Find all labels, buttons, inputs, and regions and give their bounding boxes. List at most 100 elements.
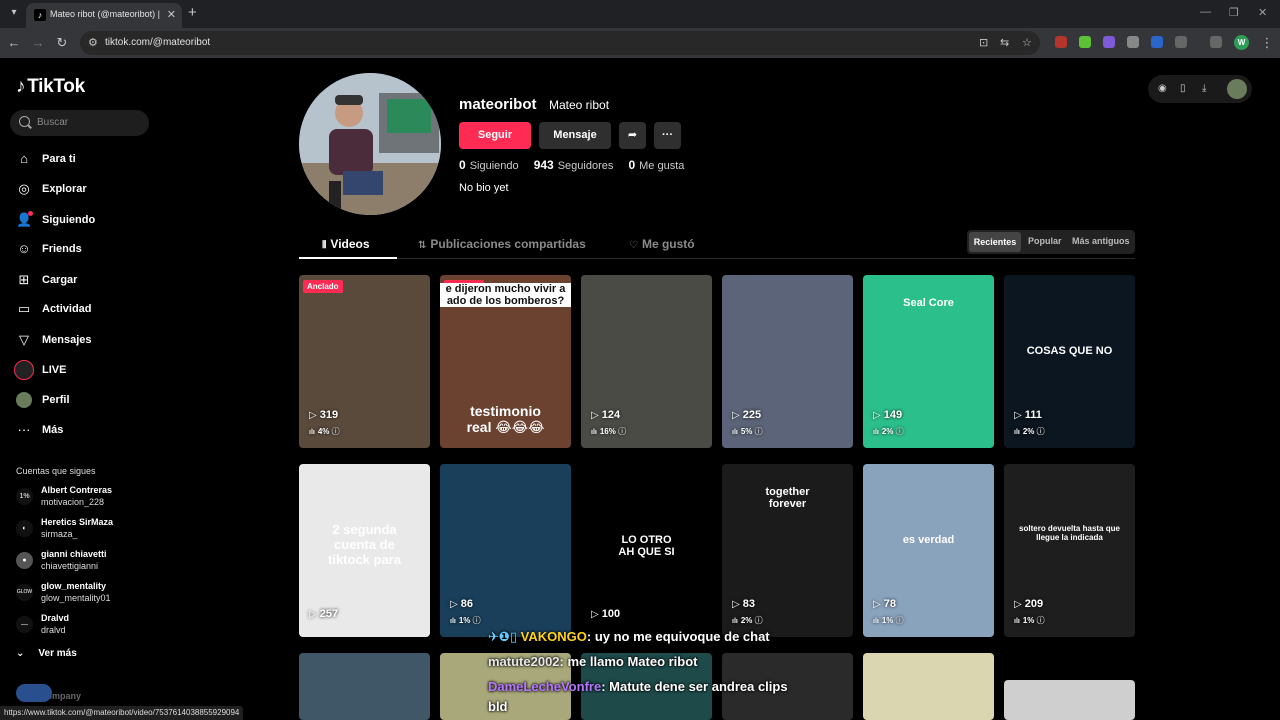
followed-account[interactable]: ● gianni chiavetti chiavettigianni <box>16 549 156 575</box>
sidebar-item-label: Perfil <box>42 394 70 406</box>
sidebar-item-label: Para ti <box>42 153 76 165</box>
extension-icon[interactable] <box>1103 36 1115 48</box>
download-icon[interactable]: ⤓ <box>1202 83 1206 94</box>
retention-percent: 2% <box>873 426 904 437</box>
minimize-icon[interactable]: — <box>1200 6 1211 18</box>
chat-badge-icon: ✈❶▯ <box>488 629 521 644</box>
more-options-icon[interactable]: ··· <box>654 122 681 149</box>
video-card[interactable]: 2 segunda cuenta de tiktock para 257 <box>299 464 430 637</box>
likes-label: Me gusta <box>639 160 685 172</box>
video-card[interactable]: soltero devuelta hasta que llegue la ind… <box>1004 464 1135 637</box>
sidebar-item-live[interactable]: LIVE <box>14 360 156 380</box>
url-input[interactable]: ⚙ tiktok.com/@mateoribot ⊡ ⇆ ☆ <box>80 31 1040 55</box>
tab-liked[interactable]: ♡ Me gustó <box>629 237 695 251</box>
tab-videos[interactable]: ⦀ Videos <box>322 237 370 251</box>
sidebar: ♪ TikTok Buscar ⌂ Para ti ◎ Explorar 👤 Si… <box>0 58 160 720</box>
browser-tab[interactable]: ♪ Mateo ribot (@mateoribot) | TikTok ✕ <box>26 3 182 28</box>
browser-menu-icon[interactable]: ⋮ <box>1258 34 1276 52</box>
avatar: ◐ <box>16 520 33 537</box>
chat-user: VAKONGO <box>520 629 587 644</box>
tab-title: Mateo ribot (@mateoribot) | TikTok <box>50 9 160 19</box>
device-icon[interactable]: ▯ <box>1180 83 1186 94</box>
avatar: ● <box>16 552 33 569</box>
video-card[interactable]: Ancladoe dijeron mucho vivir a ado de lo… <box>440 275 571 448</box>
video-caption-overlay: Seal Core <box>903 297 954 309</box>
tab-search-icon[interactable]: ▾ <box>6 5 22 21</box>
see-more-button[interactable]: ⌄ Ver más <box>16 648 77 659</box>
search-input[interactable]: Buscar <box>10 110 149 136</box>
home-icon: ⌂ <box>20 151 28 166</box>
sidebar-item-actividad[interactable]: ▭ Actividad <box>16 301 156 319</box>
video-card[interactable]: Seal Core 149 2% <box>863 275 994 448</box>
following-label: Siguiendo <box>469 160 519 172</box>
sidebar-item-para-ti[interactable]: ⌂ Para ti <box>16 151 156 169</box>
sidebar-item-label: Mensajes <box>42 334 92 346</box>
video-card[interactable]: Anclado 319 4% <box>299 275 430 448</box>
browser-profile-avatar[interactable]: W <box>1234 35 1249 50</box>
install-icon[interactable]: ⊡ <box>979 36 988 49</box>
sort-oldest[interactable]: Más antiguos <box>1072 236 1130 246</box>
reload-icon[interactable]: ↻ <box>53 34 71 52</box>
forward-icon[interactable]: → <box>29 34 47 52</box>
extension-icon[interactable] <box>1151 36 1163 48</box>
bookmark-star-icon[interactable]: ☆ <box>1022 36 1032 49</box>
followed-account[interactable]: 1% Albert Contreras motivacion_228 <box>16 485 156 511</box>
sidebar-item-mensajes[interactable]: ▽ Mensajes <box>16 332 156 350</box>
sidebar-item-perfil[interactable]: Perfil <box>16 392 156 410</box>
maximize-icon[interactable]: ❐ <box>1229 6 1239 19</box>
video-card[interactable]: COSAS QUE NO 111 2% <box>1004 275 1135 448</box>
extension-icon[interactable] <box>1055 36 1067 48</box>
profile-nickname: Mateo ribot <box>549 98 610 112</box>
extension-icon[interactable] <box>1079 36 1091 48</box>
extensions-puzzle-icon[interactable] <box>1175 36 1187 48</box>
site-info-icon[interactable]: ⚙ <box>88 36 98 49</box>
sidebar-item-explorar[interactable]: ◎ Explorar <box>16 181 156 199</box>
share-icon[interactable]: ➦ <box>619 122 646 149</box>
coins-icon[interactable]: ◉ <box>1158 83 1167 94</box>
tiktok-logo[interactable]: ♪ TikTok <box>16 76 85 98</box>
status-bar-url: https://www.tiktok.com/@mateoribot/video… <box>0 706 244 720</box>
sidebar-item-friends[interactable]: ☺ Friends <box>16 241 156 259</box>
chat-message: ✈❶▯ VAKONGO: uy no me equivoque de chat <box>488 629 770 645</box>
sidebar-item-mas[interactable]: ··· Más <box>16 422 156 440</box>
video-caption-overlay: together forever <box>765 486 810 510</box>
sort-recent[interactable]: Recientes <box>969 232 1021 252</box>
video-card[interactable] <box>299 653 430 720</box>
sidebar-item-label: Siguiendo <box>42 214 96 226</box>
followed-account[interactable]: GLOW glow_mentality glow_mentality01 <box>16 581 156 607</box>
sort-popular[interactable]: Popular <box>1028 236 1062 246</box>
account-name: Heretics SirMaza <box>41 517 114 527</box>
message-button[interactable]: Mensaje <box>539 122 611 149</box>
video-card[interactable]: 12416% <box>581 275 712 448</box>
video-card[interactable] <box>863 653 994 720</box>
media-icon[interactable] <box>1210 36 1222 48</box>
profile-avatar <box>299 73 441 215</box>
tab-reposts[interactable]: ⇅ Publicaciones compartidas <box>418 237 586 251</box>
translate-icon[interactable]: ⇆ <box>1000 36 1009 49</box>
avatar: 1% <box>16 488 33 505</box>
avatar[interactable] <box>1227 79 1247 99</box>
video-card[interactable] <box>1004 680 1135 720</box>
sidebar-item-siguiendo[interactable]: 👤 Siguiendo <box>16 211 156 230</box>
follow-button[interactable]: Seguir <box>459 122 531 149</box>
video-card[interactable]: es verdad 78 1% <box>863 464 994 637</box>
search-icon <box>19 116 30 127</box>
close-icon[interactable]: ✕ <box>167 8 176 21</box>
following-header: Cuentas que sigues <box>16 466 96 476</box>
video-card[interactable]: 861% <box>440 464 571 637</box>
extension-icon[interactable] <box>1127 36 1139 48</box>
followed-account[interactable]: ◐ Heretics SirMaza sirmaza_ <box>16 517 156 543</box>
video-card[interactable]: together forever 83 2% <box>722 464 853 637</box>
back-icon[interactable]: ← <box>5 34 23 52</box>
view-count: 100 <box>591 608 620 620</box>
video-card[interactable]: LO OTRO AH QUE SI 100 <box>581 464 712 637</box>
window-close-icon[interactable]: ✕ <box>1258 6 1267 19</box>
video-caption-overlay: 2 segunda cuenta de tiktock para <box>328 522 401 567</box>
new-tab-icon[interactable]: + <box>188 5 197 20</box>
account-username: dralvd <box>41 625 66 635</box>
tiktok-favicon-icon: ♪ <box>34 9 46 21</box>
followed-account[interactable]: — Dralvd dralvd <box>16 613 156 639</box>
sidebar-item-cargar[interactable]: ⊞ Cargar <box>16 272 156 290</box>
floating-widget[interactable] <box>16 684 52 702</box>
video-card[interactable]: 2255% <box>722 275 853 448</box>
